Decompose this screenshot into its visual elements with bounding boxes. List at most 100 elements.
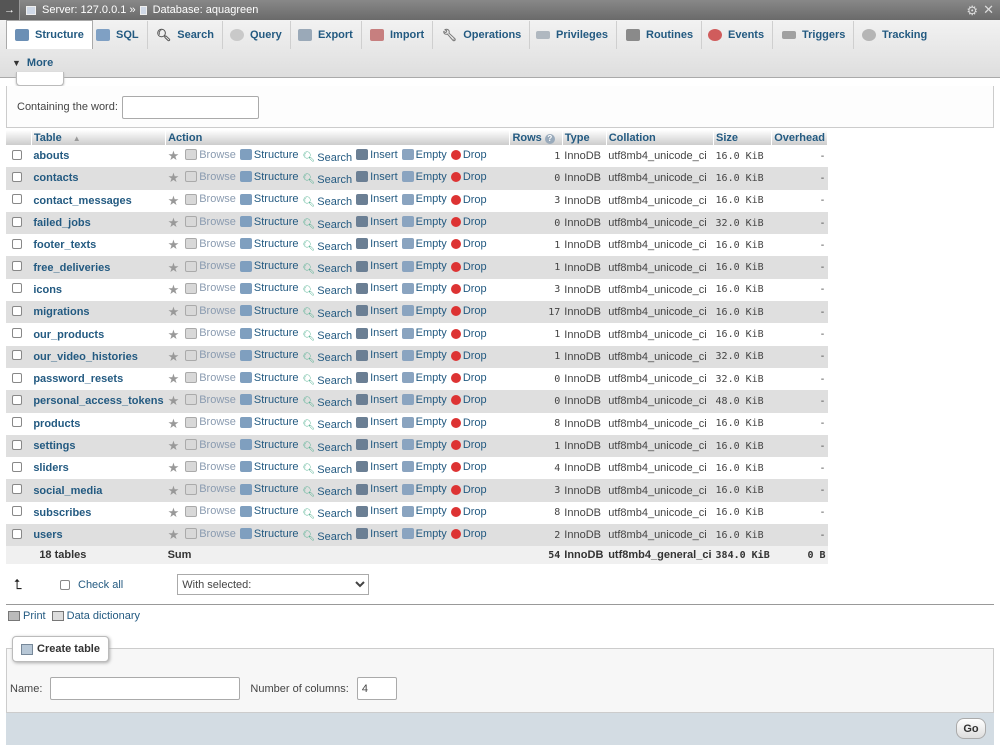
empty-action[interactable]: Empty xyxy=(401,171,447,183)
search-action[interactable]: 🔍︎ Search xyxy=(303,486,353,498)
browse-action[interactable]: Browse xyxy=(185,483,236,495)
favorite-star-icon[interactable]: ★ xyxy=(168,260,180,275)
drop-action[interactable]: Drop xyxy=(450,216,487,228)
row-checkbox[interactable] xyxy=(12,216,22,227)
empty-action[interactable]: Empty xyxy=(401,238,447,250)
table-name-link[interactable]: users xyxy=(31,524,166,547)
insert-action[interactable]: Insert xyxy=(356,171,398,183)
structure-action[interactable]: Structure xyxy=(239,260,299,272)
tab-privileges[interactable]: Privileges xyxy=(528,21,617,49)
browse-action[interactable]: Browse xyxy=(185,372,236,384)
table-name-link[interactable]: contacts xyxy=(31,167,166,190)
search-action[interactable]: 🔍︎ Search xyxy=(303,263,353,275)
empty-action[interactable]: Empty xyxy=(401,327,447,339)
print-link[interactable]: Print xyxy=(8,610,46,622)
empty-action[interactable]: Empty xyxy=(401,528,447,540)
favorite-star-icon[interactable]: ★ xyxy=(168,193,180,208)
drop-action[interactable]: Drop xyxy=(450,238,487,250)
insert-action[interactable]: Insert xyxy=(356,238,398,250)
search-action[interactable]: 🔍︎ Search xyxy=(303,375,353,387)
insert-action[interactable]: Insert xyxy=(356,282,398,294)
favorite-star-icon[interactable]: ★ xyxy=(168,483,180,498)
check-all-checkbox[interactable] xyxy=(60,579,70,590)
row-checkbox[interactable] xyxy=(12,439,22,450)
table-name-input[interactable] xyxy=(50,677,241,700)
empty-action[interactable]: Empty xyxy=(401,394,447,406)
insert-action[interactable]: Insert xyxy=(356,483,398,495)
insert-action[interactable]: Insert xyxy=(356,349,398,361)
structure-action[interactable]: Structure xyxy=(239,149,299,161)
drop-action[interactable]: Drop xyxy=(450,506,487,518)
favorite-star-icon[interactable]: ★ xyxy=(168,393,180,408)
with-selected-select[interactable]: With selected: xyxy=(177,574,370,595)
empty-action[interactable]: Empty xyxy=(401,282,447,294)
favorite-star-icon[interactable]: ★ xyxy=(168,438,180,453)
column-header-size[interactable]: Size xyxy=(713,130,773,145)
browse-action[interactable]: Browse xyxy=(185,416,236,428)
tab-search[interactable]: 🔍︎ Search xyxy=(148,21,223,49)
tab-query[interactable]: Query xyxy=(222,21,291,49)
drop-action[interactable]: Drop xyxy=(450,261,487,273)
search-action[interactable]: 🔍︎ Search xyxy=(303,219,353,231)
insert-action[interactable]: Insert xyxy=(356,372,398,384)
check-all-label[interactable]: Check all xyxy=(78,579,123,591)
browse-action[interactable]: Browse xyxy=(185,216,236,228)
empty-action[interactable]: Empty xyxy=(401,416,447,428)
favorite-star-icon[interactable]: ★ xyxy=(168,371,180,386)
drop-action[interactable]: Drop xyxy=(450,439,487,451)
drop-action[interactable]: Drop xyxy=(450,149,487,161)
search-action[interactable]: 🔍︎ Search xyxy=(303,397,353,409)
favorite-star-icon[interactable]: ★ xyxy=(168,327,180,342)
browse-action[interactable]: Browse xyxy=(185,528,236,540)
search-action[interactable]: 🔍︎ Search xyxy=(303,531,353,543)
table-name-link[interactable]: social_media xyxy=(31,479,166,502)
tab-import[interactable]: Import xyxy=(362,21,434,49)
favorite-star-icon[interactable]: ★ xyxy=(168,527,180,542)
row-checkbox[interactable] xyxy=(12,461,22,472)
tab-tracking[interactable]: Tracking xyxy=(854,21,935,49)
table-name-link[interactable]: password_resets xyxy=(31,367,166,391)
row-checkbox[interactable] xyxy=(12,350,22,361)
drop-action[interactable]: Drop xyxy=(450,171,487,183)
insert-action[interactable]: Insert xyxy=(356,149,398,161)
drop-action[interactable]: Drop xyxy=(450,417,487,429)
drop-action[interactable]: Drop xyxy=(450,328,487,340)
drop-action[interactable]: Drop xyxy=(450,305,487,317)
table-name-link[interactable]: free_deliveries xyxy=(31,256,166,279)
browse-action[interactable]: Browse xyxy=(185,282,236,294)
table-name-link[interactable]: our_products xyxy=(31,323,166,346)
drop-action[interactable]: Drop xyxy=(450,461,487,473)
structure-action[interactable]: Structure xyxy=(239,216,299,228)
row-checkbox[interactable] xyxy=(12,149,22,160)
column-header-rows[interactable]: Rows ? xyxy=(509,130,563,145)
structure-action[interactable]: Structure xyxy=(239,394,299,406)
structure-action[interactable]: Structure xyxy=(239,372,299,384)
structure-action[interactable]: Structure xyxy=(239,483,299,495)
tab-export[interactable]: Export xyxy=(290,21,362,49)
table-name-link[interactable]: migrations xyxy=(31,301,166,324)
data-dictionary-link[interactable]: Data dictionary xyxy=(51,610,140,622)
table-name-link[interactable]: sliders xyxy=(31,457,166,480)
empty-action[interactable]: Empty xyxy=(401,349,447,361)
insert-action[interactable]: Insert xyxy=(356,505,398,517)
browse-action[interactable]: Browse xyxy=(185,461,236,473)
empty-action[interactable]: Empty xyxy=(401,372,447,384)
table-name-link[interactable]: settings xyxy=(31,434,166,458)
table-name-link[interactable]: subscribes xyxy=(31,501,166,525)
row-checkbox[interactable] xyxy=(12,261,22,272)
empty-action[interactable]: Empty xyxy=(401,216,447,228)
structure-action[interactable]: Structure xyxy=(239,349,299,361)
gear-icon[interactable]: ⚙ xyxy=(966,3,978,19)
table-name-link[interactable]: products xyxy=(31,412,166,435)
browse-action[interactable]: Browse xyxy=(185,260,236,272)
drop-action[interactable]: Drop xyxy=(450,372,487,384)
favorite-star-icon[interactable]: ★ xyxy=(168,416,180,431)
browse-action[interactable]: Browse xyxy=(185,505,236,517)
structure-action[interactable]: Structure xyxy=(239,528,299,540)
structure-action[interactable]: Structure xyxy=(239,305,299,317)
favorite-star-icon[interactable]: ★ xyxy=(168,170,180,185)
search-action[interactable]: 🔍︎ Search xyxy=(303,508,353,520)
favorite-star-icon[interactable]: ★ xyxy=(168,304,180,319)
columns-count-input[interactable] xyxy=(356,677,397,700)
column-header-table[interactable]: Table ▲ xyxy=(31,130,167,145)
